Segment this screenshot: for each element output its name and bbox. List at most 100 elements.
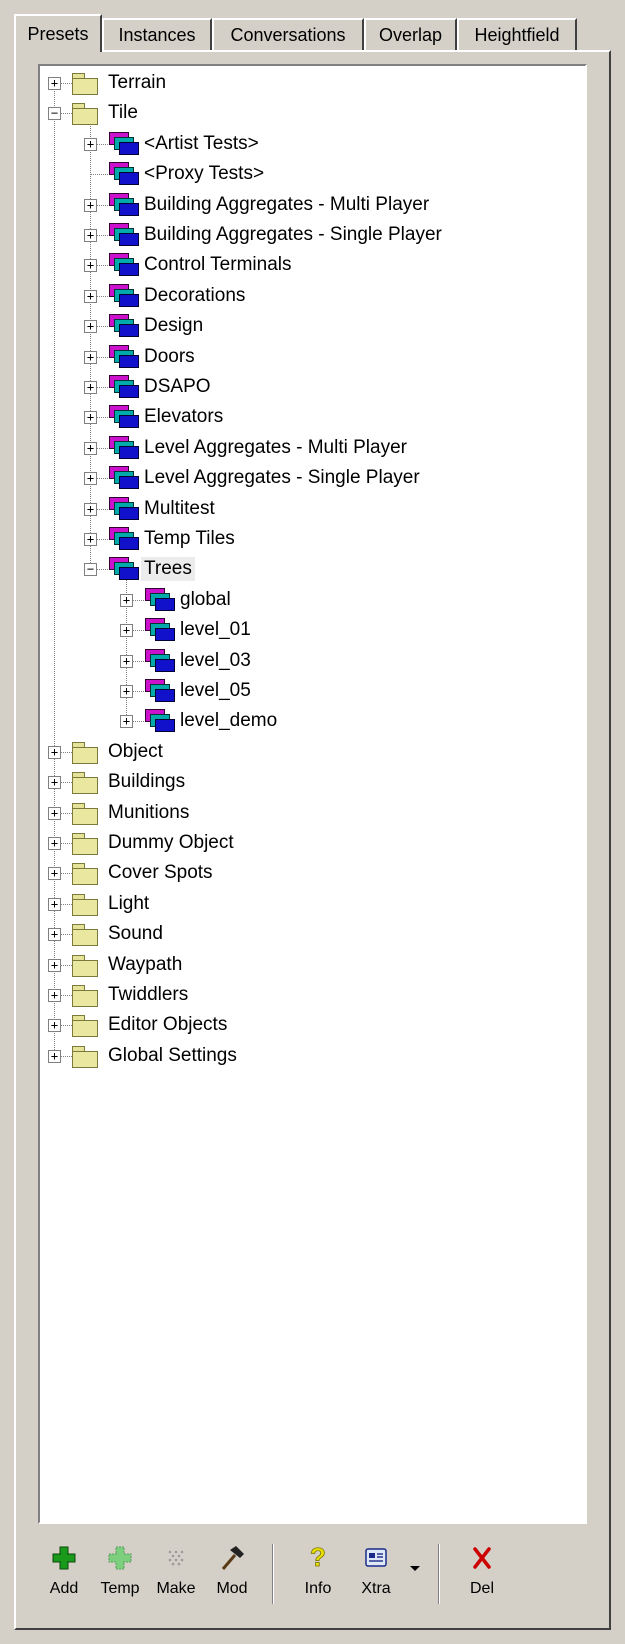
expand-icon[interactable]: +: [84, 289, 97, 303]
tree-item[interactable]: + level_demo: [40, 706, 580, 736]
expand-icon[interactable]: +: [48, 77, 61, 90]
expand-icon[interactable]: +: [48, 867, 61, 881]
tree-item[interactable]: + Object: [40, 737, 580, 767]
mod-button[interactable]: Mod: [208, 1542, 256, 1606]
preset-tree[interactable]: + Terrain − Tile + <Artist Tests> <Proxy Tests…: [38, 64, 587, 1524]
expand-icon[interactable]: +: [120, 654, 133, 668]
tree-item-label: global: [180, 588, 231, 610]
expand-icon[interactable]: +: [48, 897, 61, 911]
tree-item-label: Decorations: [144, 284, 246, 306]
tree-item[interactable]: + Global Settings: [40, 1041, 580, 1071]
info-label: Info: [304, 1580, 332, 1597]
expand-icon[interactable]: +: [48, 837, 61, 850]
tree-item[interactable]: + global: [40, 585, 580, 615]
expand-icon[interactable]: +: [120, 685, 133, 698]
tree-item[interactable]: + level_01: [40, 615, 580, 645]
xtra-dropdown-arrow[interactable]: [406, 1548, 424, 1588]
info-button[interactable]: ? Info: [294, 1542, 342, 1606]
tree-item-label: Tile: [108, 102, 138, 124]
tree-item[interactable]: + Multitest: [40, 494, 580, 524]
tree-item[interactable]: + <Artist Tests>: [40, 129, 580, 159]
tab-conversations[interactable]: Conversations: [212, 18, 364, 50]
tree-item[interactable]: − Tile: [40, 98, 580, 128]
tree-item[interactable]: + Decorations: [40, 281, 580, 311]
expand-icon[interactable]: +: [120, 715, 133, 729]
expand-icon[interactable]: +: [84, 533, 97, 546]
tree-item[interactable]: + Waypath: [40, 950, 580, 980]
expand-icon[interactable]: +: [84, 472, 97, 486]
expand-icon[interactable]: +: [84, 350, 97, 364]
tile-group-icon: [105, 404, 139, 430]
expand-icon[interactable]: +: [84, 198, 97, 212]
expand-icon[interactable]: +: [84, 381, 97, 394]
tree-item[interactable]: + Cover Spots: [40, 858, 580, 888]
tree-item[interactable]: <Proxy Tests>: [40, 159, 580, 189]
plus-icon: [52, 1546, 76, 1570]
tile-group-icon: [105, 526, 139, 552]
tree-item[interactable]: + Control Terminals: [40, 250, 580, 280]
expand-icon[interactable]: +: [84, 502, 97, 516]
tree-item[interactable]: + Temp Tiles: [40, 524, 580, 554]
folder-icon: [69, 921, 103, 947]
collapse-icon[interactable]: −: [84, 563, 97, 577]
tree-item[interactable]: + level_03: [40, 646, 580, 676]
expand-icon[interactable]: +: [48, 958, 61, 972]
tree-item[interactable]: + Building Aggregates - Multi Player: [40, 190, 580, 220]
expand-icon[interactable]: +: [84, 259, 97, 273]
tree-item[interactable]: + Light: [40, 889, 580, 919]
tree-item-label: Doors: [144, 345, 195, 367]
tree-item[interactable]: + Dummy Object: [40, 828, 580, 858]
tree-item[interactable]: + Munitions: [40, 798, 580, 828]
toolbar-separator: [438, 1544, 440, 1604]
tree-item[interactable]: + Elevators: [40, 402, 580, 432]
tree-item[interactable]: − Trees: [40, 554, 580, 584]
tree-item[interactable]: + Level Aggregates - Multi Player: [40, 433, 580, 463]
tree-item[interactable]: + Sound: [40, 919, 580, 949]
preset-toolbar: Add Temp Make Mod ? Info Xtra Del: [38, 1530, 598, 1622]
expand-icon[interactable]: +: [120, 624, 133, 638]
tree-item-label: Elevators: [144, 406, 224, 428]
tree-item[interactable]: + Level Aggregates - Single Player: [40, 463, 580, 493]
collapse-icon[interactable]: −: [48, 107, 61, 121]
tree-item[interactable]: + DSAPO: [40, 372, 580, 402]
expand-icon[interactable]: +: [48, 1019, 61, 1033]
make-button[interactable]: Make: [152, 1542, 200, 1606]
tree-item[interactable]: + Twiddlers: [40, 980, 580, 1010]
expand-icon[interactable]: +: [48, 776, 61, 790]
expand-icon[interactable]: +: [84, 229, 97, 242]
tab-heightfield[interactable]: Heightfield: [457, 18, 577, 50]
expand-icon[interactable]: +: [84, 441, 97, 455]
expand-icon[interactable]: +: [48, 1049, 61, 1063]
expand-icon[interactable]: +: [84, 137, 97, 151]
del-button[interactable]: Del: [458, 1542, 506, 1606]
tree-item-label: Sound: [108, 923, 163, 945]
tree-item[interactable]: + Building Aggregates - Single Player: [40, 220, 580, 250]
mod-label: Mod: [216, 1580, 248, 1597]
add-button[interactable]: Add: [40, 1542, 88, 1606]
expand-icon[interactable]: +: [84, 411, 97, 425]
expand-icon[interactable]: +: [84, 320, 97, 334]
tree-item-label: Multitest: [144, 497, 215, 519]
tree-item[interactable]: + Editor Objects: [40, 1010, 580, 1040]
folder-icon: [69, 982, 103, 1008]
expand-icon[interactable]: +: [48, 928, 61, 942]
tab-overlap[interactable]: Overlap: [364, 18, 457, 50]
tab-instances[interactable]: Instances: [102, 18, 212, 50]
temp-button[interactable]: Temp: [96, 1542, 144, 1606]
expand-icon[interactable]: +: [120, 593, 133, 607]
folder-icon: [69, 952, 103, 978]
expand-icon[interactable]: +: [48, 989, 61, 1002]
expand-icon[interactable]: +: [48, 806, 61, 820]
folder-icon: [69, 739, 103, 765]
expand-icon[interactable]: +: [48, 745, 61, 759]
tree-item[interactable]: + Terrain: [40, 68, 580, 98]
xtra-button[interactable]: Xtra: [352, 1542, 400, 1606]
tile-group-icon: [105, 556, 139, 582]
del-label: Del: [469, 1580, 494, 1597]
tab-presets[interactable]: Presets: [14, 14, 102, 52]
tree-item[interactable]: + Buildings: [40, 767, 580, 797]
tree-item[interactable]: + Design: [40, 311, 580, 341]
tree-item[interactable]: + Doors: [40, 342, 580, 372]
toolbar-separator: [272, 1544, 274, 1604]
tree-item[interactable]: + level_05: [40, 676, 580, 706]
